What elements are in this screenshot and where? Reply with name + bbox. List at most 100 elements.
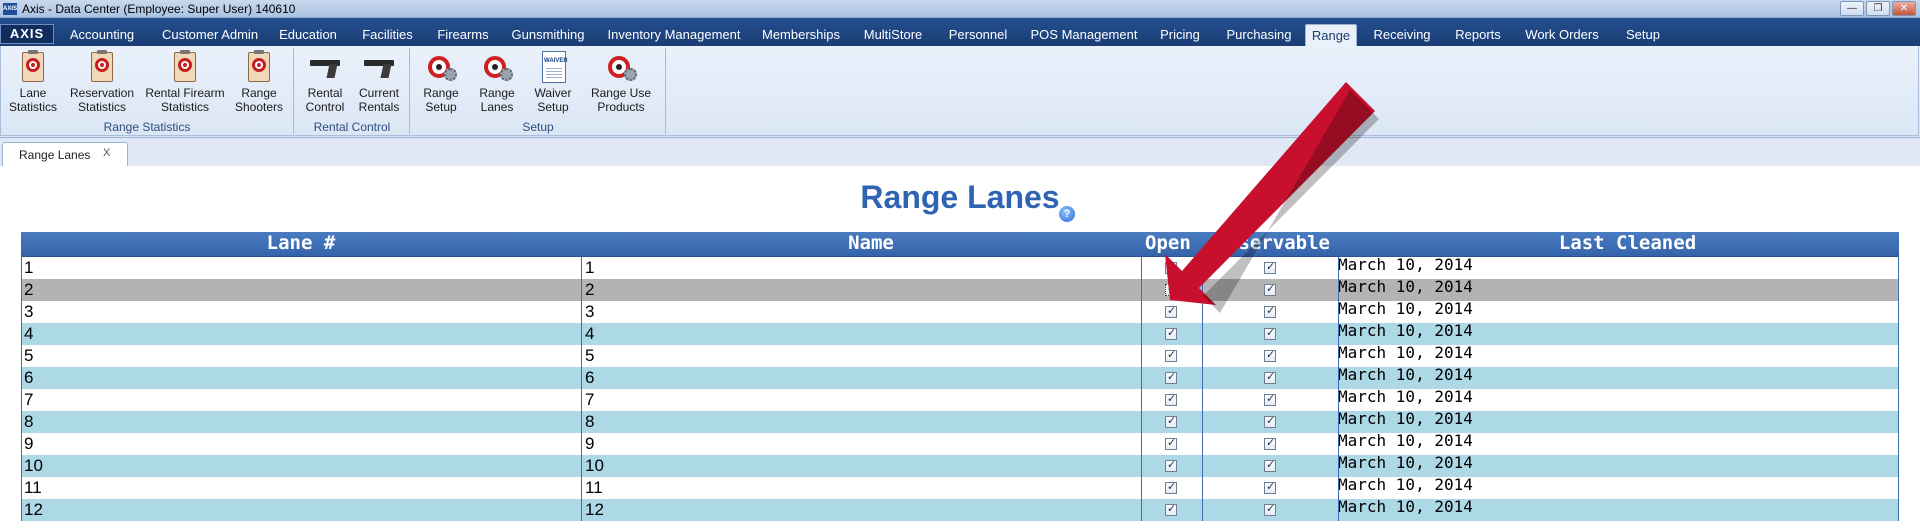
open-checkbox[interactable]: [1165, 436, 1177, 450]
reservable-checkbox[interactable]: [1264, 436, 1276, 450]
cell-last-cleaned[interactable]: March 10, 2014: [1338, 430, 1473, 452]
open-checkbox[interactable]: [1165, 282, 1177, 296]
cell-name[interactable]: 1: [585, 257, 594, 279]
cell-lane-number[interactable]: 5: [24, 345, 33, 367]
menu-tab-pricing[interactable]: Pricing: [1153, 24, 1207, 46]
col-header-open[interactable]: Open: [1145, 232, 1203, 257]
menu-tab-gunsmithing[interactable]: Gunsmithing: [505, 24, 591, 46]
table-row[interactable]: 2 2 March 10, 2014: [21, 276, 1899, 301]
table-row[interactable]: 11 11 March 10, 2014: [21, 474, 1899, 499]
cell-name[interactable]: 8: [585, 411, 594, 433]
menu-tab-setup[interactable]: Setup: [1615, 24, 1671, 46]
menu-tab-range[interactable]: Range: [1305, 24, 1357, 46]
cell-last-cleaned[interactable]: March 10, 2014: [1338, 452, 1473, 474]
open-checkbox[interactable]: [1165, 370, 1177, 384]
reservable-checkbox[interactable]: [1264, 304, 1276, 318]
cell-lane-number[interactable]: 7: [24, 389, 33, 411]
cell-name[interactable]: 2: [585, 279, 594, 301]
cell-lane-number[interactable]: 11: [24, 477, 42, 499]
open-checkbox[interactable]: [1165, 392, 1177, 406]
cell-last-cleaned[interactable]: March 10, 2014: [1338, 364, 1473, 386]
ribbon-button-range-setup[interactable]: Range Setup: [415, 50, 467, 114]
ribbon-button-waiver-setup[interactable]: WAIVER Waiver Setup: [525, 50, 581, 114]
col-header-reservable[interactable]: eservable: [1201, 232, 1356, 257]
cell-lane-number[interactable]: 2: [24, 279, 33, 301]
reservable-checkbox[interactable]: [1264, 458, 1276, 472]
cell-last-cleaned[interactable]: March 10, 2014: [1338, 342, 1473, 364]
ribbon-button-reservation-statistics[interactable]: Reservation Statistics: [68, 50, 136, 114]
menu-tab-firearms[interactable]: Firearms: [434, 24, 492, 46]
menu-tab-multistore[interactable]: MultiStore: [856, 24, 930, 46]
open-checkbox[interactable]: [1165, 458, 1177, 472]
table-row[interactable]: 9 9 March 10, 2014: [21, 430, 1899, 455]
cell-lane-number[interactable]: 6: [24, 367, 33, 389]
table-row[interactable]: 4 4 March 10, 2014: [21, 320, 1899, 345]
col-header-name[interactable]: Name: [581, 232, 1161, 257]
restore-icon[interactable]: ❐: [1866, 1, 1890, 16]
ribbon-button-current-rentals[interactable]: Current Rentals: [353, 50, 405, 114]
ribbon-button-rental-control[interactable]: Rental Control: [299, 50, 351, 114]
cell-last-cleaned[interactable]: March 10, 2014: [1338, 474, 1473, 496]
cell-last-cleaned[interactable]: March 10, 2014: [1338, 298, 1473, 320]
open-checkbox[interactable]: [1165, 304, 1177, 318]
axis-logo[interactable]: AXIS: [0, 24, 54, 44]
reservable-checkbox[interactable]: [1264, 392, 1276, 406]
cell-last-cleaned[interactable]: March 10, 2014: [1338, 496, 1473, 518]
menu-tab-personnel[interactable]: Personnel: [940, 24, 1016, 46]
cell-name[interactable]: 7: [585, 389, 594, 411]
reservable-checkbox[interactable]: [1264, 282, 1276, 296]
table-row[interactable]: 12 12 March 10, 2014: [21, 496, 1899, 521]
menu-tab-pos-management[interactable]: POS Management: [1026, 24, 1142, 46]
menu-tab-work-orders[interactable]: Work Orders: [1520, 24, 1604, 46]
cell-lane-number[interactable]: 1: [24, 257, 33, 279]
menu-tab-facilities[interactable]: Facilities: [357, 24, 418, 46]
open-checkbox[interactable]: [1165, 348, 1177, 362]
table-row[interactable]: 10 10 March 10, 2014: [21, 452, 1899, 477]
open-checkbox[interactable]: [1165, 326, 1177, 340]
open-checkbox[interactable]: [1165, 480, 1177, 494]
cell-last-cleaned[interactable]: March 10, 2014: [1338, 276, 1473, 298]
reservable-checkbox[interactable]: [1264, 370, 1276, 384]
menu-tab-memberships[interactable]: Memberships: [756, 24, 846, 46]
cell-lane-number[interactable]: 8: [24, 411, 33, 433]
cell-name[interactable]: 5: [585, 345, 594, 367]
ribbon-button-range-shooters[interactable]: Range Shooters: [231, 50, 287, 114]
table-row[interactable]: 8 8 March 10, 2014: [21, 408, 1899, 433]
menu-tab-accounting[interactable]: Accounting: [56, 24, 148, 46]
cell-lane-number[interactable]: 4: [24, 323, 33, 345]
ribbon-button-range-use-products[interactable]: Range Use Products: [587, 50, 655, 114]
ribbon-button-rental-firearm-statistics[interactable]: Rental Firearm Statistics: [141, 50, 229, 114]
cell-last-cleaned[interactable]: March 10, 2014: [1338, 386, 1473, 408]
table-row[interactable]: 6 6 March 10, 2014: [21, 364, 1899, 389]
menu-tab-reports[interactable]: Reports: [1446, 24, 1510, 46]
reservable-checkbox[interactable]: [1264, 414, 1276, 428]
reservable-checkbox[interactable]: [1264, 260, 1276, 274]
cell-name[interactable]: 6: [585, 367, 594, 389]
cell-lane-number[interactable]: 12: [24, 499, 43, 521]
cell-name[interactable]: 10: [585, 455, 604, 477]
reservable-checkbox[interactable]: [1264, 480, 1276, 494]
close-icon[interactable]: ✕: [1892, 1, 1916, 16]
open-checkbox[interactable]: [1165, 414, 1177, 428]
cell-name[interactable]: 3: [585, 301, 594, 323]
table-row[interactable]: 1 1 March 10, 2014: [21, 255, 1899, 279]
menu-tab-customer-admin[interactable]: Customer Admin: [156, 24, 264, 46]
ribbon-button-lane-statistics[interactable]: Lane Statistics: [9, 50, 57, 114]
menu-tab-purchasing[interactable]: Purchasing: [1216, 24, 1302, 46]
minimize-icon[interactable]: —: [1840, 1, 1864, 16]
menu-tab-inventory-management[interactable]: Inventory Management: [596, 24, 752, 46]
reservable-checkbox[interactable]: [1264, 502, 1276, 516]
open-checkbox[interactable]: [1165, 502, 1177, 516]
cell-lane-number[interactable]: 9: [24, 433, 33, 455]
cell-name[interactable]: 11: [585, 477, 603, 499]
tab-range-lanes[interactable]: Range Lanes X: [2, 142, 128, 166]
menu-tab-education[interactable]: Education: [274, 24, 342, 46]
table-row[interactable]: 7 7 March 10, 2014: [21, 386, 1899, 411]
cell-last-cleaned[interactable]: March 10, 2014: [1338, 320, 1473, 342]
open-checkbox[interactable]: [1165, 260, 1177, 274]
cell-last-cleaned[interactable]: March 10, 2014: [1338, 408, 1473, 430]
col-header-lane[interactable]: Lane #: [21, 232, 581, 257]
cell-name[interactable]: 12: [585, 499, 604, 521]
help-icon[interactable]: ?: [1059, 206, 1075, 222]
menu-tab-receiving[interactable]: Receiving: [1367, 24, 1437, 46]
